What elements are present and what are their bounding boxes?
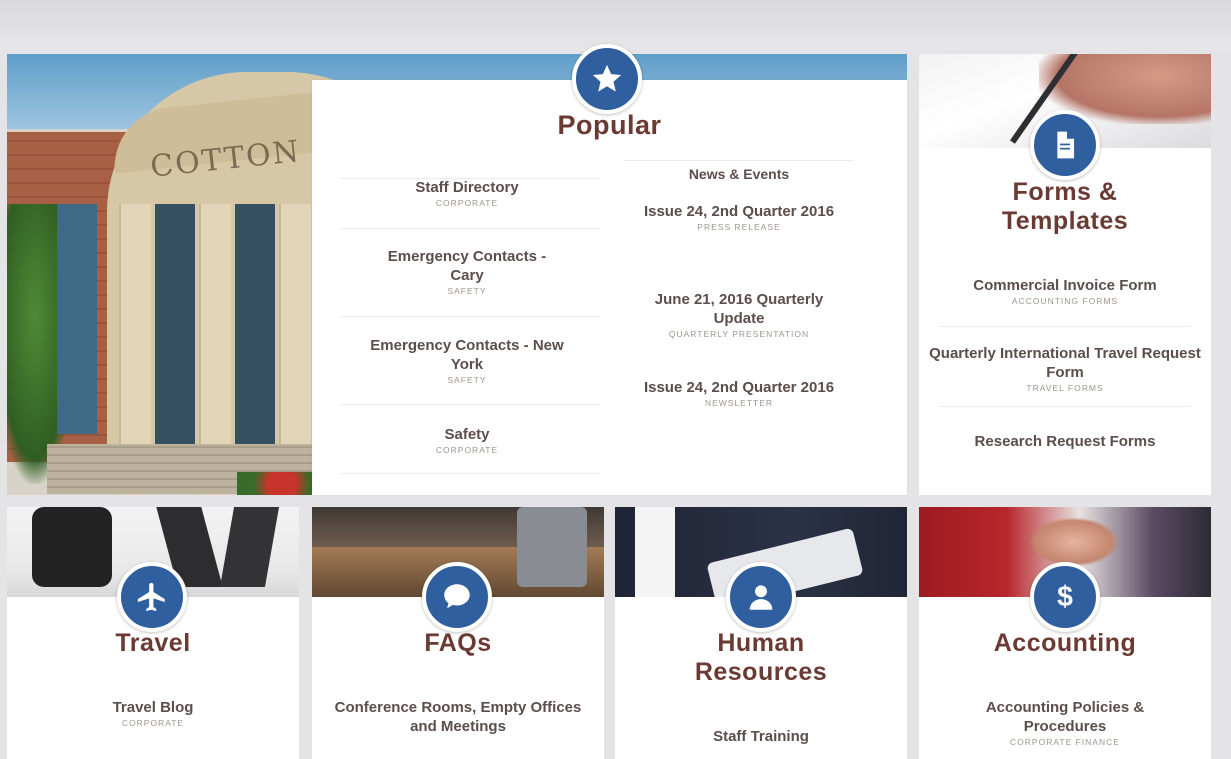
person-icon <box>726 562 796 632</box>
speech-bubble-icon <box>422 562 492 632</box>
news-link-quarterly-update[interactable]: June 21, 2016 Quarterly Update QUARTERLY… <box>629 290 849 340</box>
accounting-title: Accounting <box>993 629 1137 657</box>
forms-title: Forms & Templates <box>1001 178 1129 235</box>
news-events-heading: News & Events <box>688 166 790 182</box>
travel-title: Travel <box>115 629 191 657</box>
top-banner <box>0 0 1231 50</box>
hr-title: Human Resources <box>694 629 828 686</box>
travel-link-blog[interactable]: Travel Blog CORPORATE <box>37 698 269 729</box>
forms-link-research-request[interactable]: Research Request Forms <box>935 432 1195 451</box>
forms-link-travel-request[interactable]: Quarterly International Travel Request F… <box>929 344 1201 394</box>
forms-link-commercial-invoice[interactable]: Commercial Invoice Form ACCOUNTING FORMS <box>935 276 1195 307</box>
popular-link-safety[interactable]: Safety CORPORATE <box>342 425 592 456</box>
popular-link-staff-directory[interactable]: Staff Directory CORPORATE <box>342 178 592 209</box>
news-link-newsletter[interactable]: Issue 24, 2nd Quarter 2016 NEWSLETTER <box>634 378 844 409</box>
document-icon <box>1030 110 1100 180</box>
accounting-link-policies[interactable]: Accounting Policies & Procedures CORPORA… <box>955 698 1175 748</box>
svg-text:$: $ <box>1057 581 1073 613</box>
hr-link-staff-training[interactable]: Staff Training <box>645 727 877 746</box>
faqs-title: FAQs <box>424 629 492 657</box>
dollar-icon: $ <box>1030 562 1100 632</box>
faqs-link-conference-rooms[interactable]: Conference Rooms, Empty Offices and Meet… <box>332 698 584 736</box>
star-icon <box>572 44 642 114</box>
popular-title: Popular <box>557 110 662 140</box>
news-link-press-release[interactable]: Issue 24, 2nd Quarter 2016 PRESS RELEASE <box>634 202 844 233</box>
forms-panel: Forms & Templates Commercial Invoice For… <box>919 148 1211 495</box>
airplane-icon <box>117 562 187 632</box>
popular-link-emergency-cary[interactable]: Emergency Contacts - Cary SAFETY <box>372 247 562 297</box>
popular-link-emergency-newyork[interactable]: Emergency Contacts - New York SAFETY <box>367 336 567 386</box>
popular-panel: Popular Staff Directory CORPORATE Emerge… <box>312 80 907 495</box>
